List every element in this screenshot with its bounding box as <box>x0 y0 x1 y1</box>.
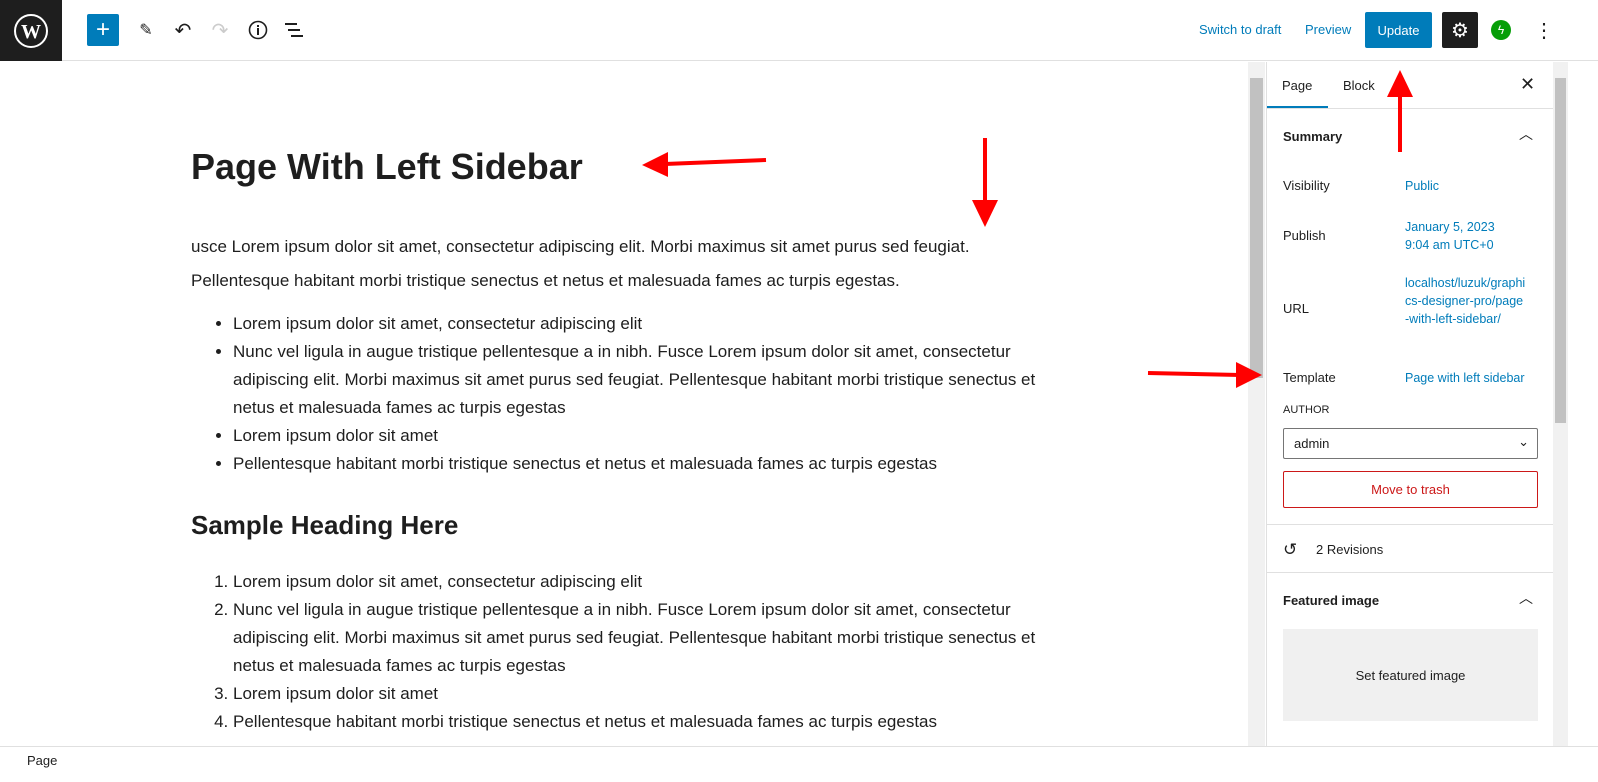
divider <box>1267 524 1553 525</box>
status-bar: Page <box>0 746 1598 782</box>
svg-text:W: W <box>21 21 41 43</box>
info-icon[interactable] <box>242 14 274 46</box>
list-view-icon[interactable] <box>279 14 311 46</box>
tab-page[interactable]: Page <box>1282 78 1312 93</box>
list-item: Nunc vel ligula in augue tristique pelle… <box>233 596 1051 680</box>
redo-icon[interactable]: ↷ <box>204 14 236 46</box>
scrollbar-thumb[interactable] <box>1250 78 1263 378</box>
list-item: Lorem ipsum dolor sit amet, consectetur … <box>233 310 1051 338</box>
url-value[interactable]: localhost/luzuk/graphics-designer-pro/pa… <box>1405 274 1527 328</box>
template-label: Template <box>1283 370 1336 385</box>
sidebar-tabs: Page Block ✕ <box>1267 62 1553 109</box>
chevron-down-icon: ⌄ <box>1518 434 1529 449</box>
list-item: Pellentesque habitant morbi tristique se… <box>233 708 1051 736</box>
page-title[interactable]: Page With Left Sidebar <box>191 146 583 188</box>
revisions-link[interactable]: 2 Revisions <box>1316 542 1383 557</box>
wordpress-logo-icon[interactable]: W <box>0 0 62 61</box>
close-icon[interactable]: ✕ <box>1520 74 1535 95</box>
list-item: Lorem ipsum dolor sit amet <box>233 680 1051 708</box>
switch-to-draft-button[interactable]: Switch to draft <box>1199 22 1281 37</box>
template-value[interactable]: Page with left sidebar <box>1405 369 1540 387</box>
move-to-trash-button[interactable]: Move to trash <box>1283 471 1538 508</box>
bullet-list[interactable]: Lorem ipsum dolor sit amet, consectetur … <box>191 310 1051 478</box>
author-select[interactable]: admin ⌄ <box>1283 428 1538 459</box>
settings-sidebar: Page Block ✕ Summary ︿ Visibility Public… <box>1266 62 1553 746</box>
featured-image-heading[interactable]: Featured image <box>1283 593 1379 608</box>
divider <box>1267 572 1553 573</box>
scrollbar-thumb[interactable] <box>1555 78 1566 423</box>
top-toolbar: W + ✎ ↶ ↷ Switch to draft Preview Update… <box>0 0 1598 61</box>
jetpack-icon[interactable]: ϟ <box>1491 20 1511 40</box>
sidebar-scrollbar[interactable] <box>1553 62 1568 746</box>
more-options-icon[interactable]: ⋮ <box>1534 18 1554 43</box>
author-value: admin <box>1294 436 1330 451</box>
editor-canvas: Page With Left Sidebar usce Lorem ipsum … <box>0 62 1248 746</box>
visibility-value[interactable]: Public <box>1405 177 1540 195</box>
breadcrumb[interactable]: Page <box>27 753 57 768</box>
chevron-up-icon[interactable]: ︿ <box>1519 588 1533 608</box>
editor-scrollbar[interactable] <box>1248 62 1265 746</box>
revisions-history-icon: ↺ <box>1283 540 1298 559</box>
active-tab-indicator <box>1267 106 1328 108</box>
url-label: URL <box>1283 301 1310 316</box>
set-featured-image-button[interactable]: Set featured image <box>1283 629 1538 721</box>
chevron-up-icon[interactable]: ︿ <box>1519 124 1533 144</box>
publish-label: Publish <box>1283 228 1326 243</box>
sample-heading[interactable]: Sample Heading Here <box>191 510 458 541</box>
visibility-label: Visibility <box>1283 178 1330 193</box>
list-item: Pellentesque habitant morbi tristique se… <box>233 450 1051 478</box>
content-area: usce Lorem ipsum dolor sit amet, consect… <box>191 230 1051 478</box>
list-item: Nunc vel ligula in augue tristique pelle… <box>233 338 1051 422</box>
publish-date-value[interactable]: January 5, 2023 9:04 am UTC+0 <box>1405 218 1505 254</box>
list-item: Lorem ipsum dolor sit amet <box>233 422 1051 450</box>
author-label: AUTHOR <box>1283 404 1330 416</box>
list-item: Lorem ipsum dolor sit amet, consectetur … <box>233 568 1051 596</box>
update-button[interactable]: Update <box>1365 12 1432 48</box>
preview-button[interactable]: Preview <box>1305 22 1351 37</box>
pencil-icon[interactable]: ✎ <box>130 14 162 46</box>
numbered-list[interactable]: Lorem ipsum dolor sit amet, consectetur … <box>191 568 1051 736</box>
tab-block[interactable]: Block <box>1343 78 1375 93</box>
numbered-content: Lorem ipsum dolor sit amet, consectetur … <box>191 568 1051 736</box>
undo-icon[interactable]: ↶ <box>167 14 199 46</box>
add-block-button[interactable]: + <box>87 14 119 46</box>
summary-heading[interactable]: Summary <box>1283 129 1342 144</box>
settings-gear-icon[interactable]: ⚙ <box>1442 12 1478 48</box>
paragraph[interactable]: usce Lorem ipsum dolor sit amet, consect… <box>191 230 1051 298</box>
